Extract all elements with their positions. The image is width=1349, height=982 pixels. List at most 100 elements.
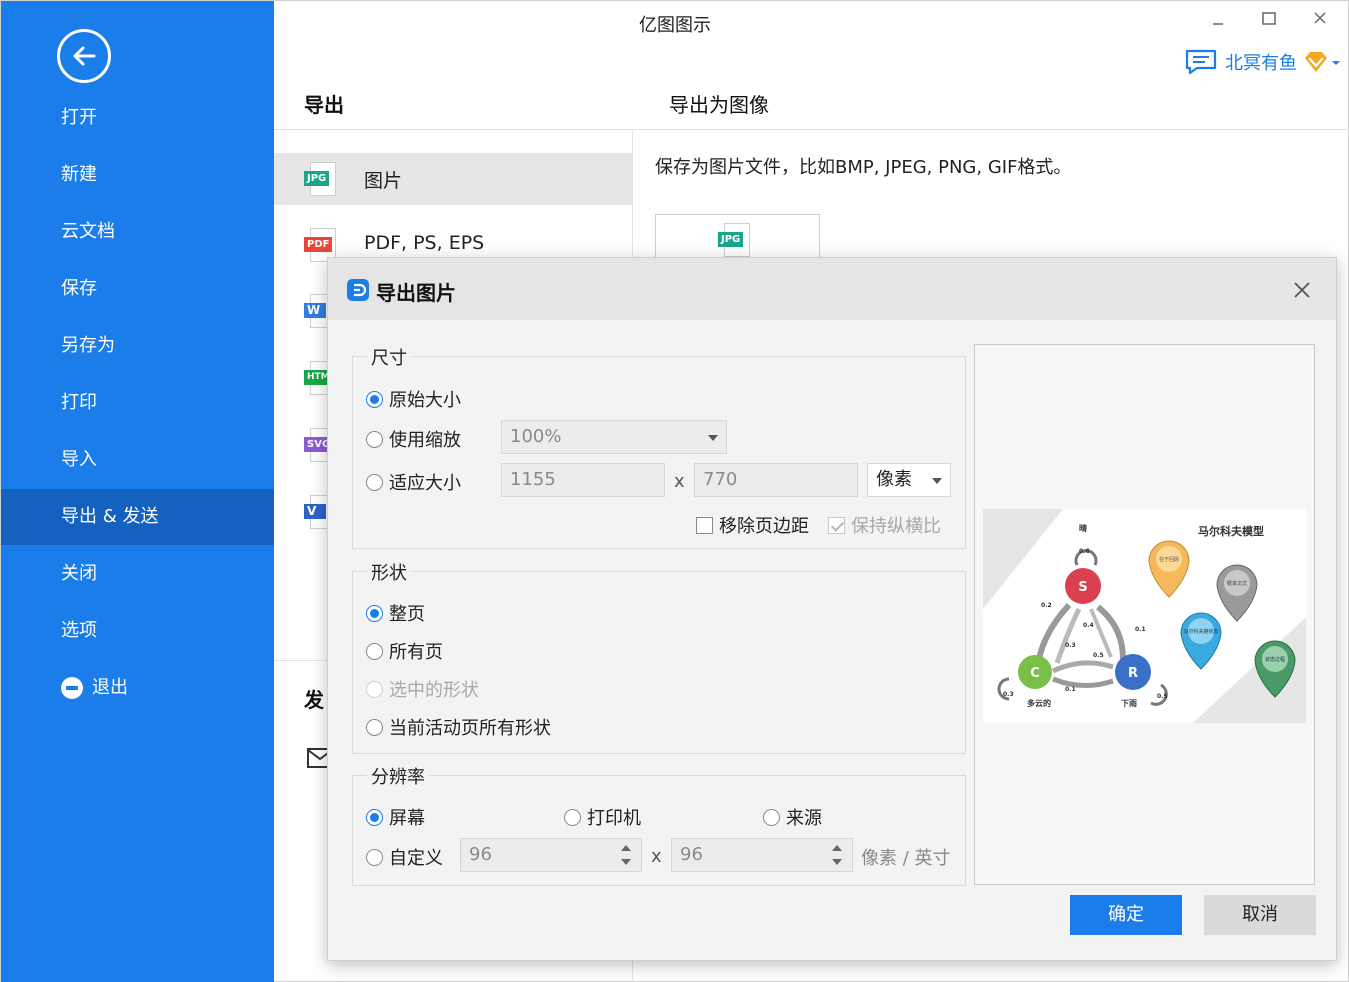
svg-text:状态过程: 状态过程 [1265,656,1285,663]
radio-label: 当前活动页所有形状 [389,718,551,739]
svg-text:多云的: 多云的 [1027,698,1051,708]
dpi-y-spinner[interactable]: 96 [671,838,853,872]
sidebar-item-label: 保存 [61,278,97,299]
radio-label: 整页 [389,604,425,625]
dpi-unit: 像素 / 英寸 [861,848,951,869]
size-scale-radio[interactable]: 使用缩放 [366,426,461,452]
format-item-label: 图片 [364,170,403,192]
size-fit-radio[interactable]: 适应大小 [366,469,461,495]
export-header: 导出 [304,93,344,117]
spin-down-icon [621,859,631,865]
shape-legend: 形状 [367,559,411,585]
sidebar-item-label: 另存为 [61,335,115,356]
minimize-button[interactable] [1204,7,1232,31]
sidebar-item-new[interactable]: 新建 [1,147,274,203]
svg-text:0.4: 0.4 [1083,622,1094,629]
spin-up-icon [832,845,842,851]
svg-text:0.2: 0.2 [1041,602,1052,609]
sidebar-item-cloud[interactable]: 云文档 [1,204,274,260]
user-name: 北冥有鱼 [1225,53,1297,74]
chevron-down-icon [708,435,718,441]
sidebar-item-save[interactable]: 保存 [1,261,274,317]
size-original-radio[interactable]: 原始大小 [366,386,461,412]
radio-label: 使用缩放 [389,430,461,451]
user-menu[interactable]: 北冥有鱼 [1185,47,1343,77]
screen-radio[interactable]: 屏幕 [366,804,425,830]
times-sign: x [651,846,662,867]
preview-panel: 马尔科夫模型 S C R 晴 多云的 下雨 0.6 0.3 0.5 0.2 0.… [974,344,1315,885]
svg-text:0.6: 0.6 [1079,548,1090,555]
all-pages-radio[interactable]: 所有页 [366,638,443,664]
ok-button[interactable]: 确定 [1070,895,1182,935]
custom-radio[interactable]: 自定义 [366,844,443,870]
sidebar-item-save-as[interactable]: 另存为 [1,318,274,374]
remove-margin-checkbox[interactable]: 移除页边距 [696,512,809,538]
size-legend: 尺寸 [367,344,411,370]
chevron-down-icon [1332,61,1340,65]
pin-2: 概率文式 [1216,564,1258,622]
vip-diamond-icon [1305,52,1327,72]
sidebar-item-label: 打开 [61,107,97,128]
send-header: 发 [304,688,324,712]
exit-icon [61,677,83,699]
format-item-label: PDF, PS, EPS [364,232,485,254]
sidebar-item-options[interactable]: 选项 [1,603,274,659]
radio-label: 选中的形状 [389,680,479,701]
radio-label: 自定义 [389,848,443,869]
checkbox-label: 移除页边距 [719,516,809,537]
sidebar-item-print[interactable]: 打印 [1,375,274,431]
width-input[interactable]: 1155 [501,463,665,497]
spin-down-icon [832,859,842,865]
svg-text:概率文式: 概率文式 [1227,580,1247,587]
svg-text:晴: 晴 [1079,523,1087,533]
dialog-close-button[interactable] [1290,278,1314,302]
export-as-image-header: 导出为图像 [669,93,769,117]
active-page-shapes-radio[interactable]: 当前活动页所有形状 [366,714,551,740]
maximize-button[interactable] [1255,7,1283,31]
printer-radio[interactable]: 打印机 [564,804,641,830]
header-divider [274,129,1349,130]
sidebar-item-open[interactable]: 打开 [1,90,274,146]
sidebar-item-label: 导出 & 发送 [61,506,159,527]
arrow-left-icon [73,46,96,66]
minimize-icon [1213,23,1223,25]
close-window-button[interactable] [1306,7,1334,31]
sidebar-item-label: 关闭 [61,563,97,584]
app-logo-icon [347,279,369,301]
svg-text:R: R [1128,666,1138,681]
back-button[interactable] [57,29,111,83]
markov-diagram-preview: 马尔科夫模型 S C R 晴 多云的 下雨 0.6 0.3 0.5 0.2 0.… [983,504,1306,723]
scale-select[interactable]: 100% [501,420,727,454]
svg-text:0.1: 0.1 [1065,686,1076,693]
svg-text:0.3: 0.3 [1065,642,1076,649]
close-icon [1314,12,1326,24]
format-description: 保存为图片文件，比如BMP, JPEG, PNG, GIF格式。 [655,157,1072,178]
export-image-dialog: 导出图片 尺寸 原始大小 使用缩放 100% 适应大小 1155 x 770 像… [327,257,1337,961]
format-item-image[interactable]: JPG 图片 [274,153,632,205]
jpg-file-icon: JPG [304,162,338,196]
sidebar-item-import[interactable]: 导入 [1,432,274,488]
cancel-button[interactable]: 取消 [1204,895,1316,935]
sidebar-item-label: 新建 [61,164,97,185]
whole-page-radio[interactable]: 整页 [366,600,425,626]
source-radio[interactable]: 来源 [763,804,822,830]
height-input[interactable]: 770 [694,463,858,497]
unit-select[interactable]: 像素 [867,463,951,497]
radio-label: 所有页 [389,642,443,663]
selected-shapes-radio[interactable]: 选中的形状 [366,676,479,702]
chat-icon [1185,49,1217,75]
sidebar-item-label: 云文档 [61,221,115,242]
dialog-titlebar: 导出图片 [328,258,1336,320]
svg-text:C: C [1030,666,1040,681]
jpg-file-icon: JPG [718,223,752,257]
svg-text:马尔科夫链状态: 马尔科夫链状态 [1183,628,1218,635]
preview-image: 马尔科夫模型 S C R 晴 多云的 下雨 0.6 0.3 0.5 0.2 0.… [983,504,1306,723]
svg-text:0.3: 0.3 [1003,691,1014,698]
keep-ratio-checkbox[interactable]: 保持纵横比 [828,512,941,538]
chevron-down-icon [932,478,942,484]
sidebar-item-close[interactable]: 关闭 [1,546,274,602]
dpi-x-spinner[interactable]: 96 [460,838,642,872]
sidebar-item-exit[interactable]: 退出 [1,660,274,716]
sidebar-item-export-send[interactable]: 导出 & 发送 [1,489,274,545]
svg-text:下雨: 下雨 [1121,699,1137,708]
